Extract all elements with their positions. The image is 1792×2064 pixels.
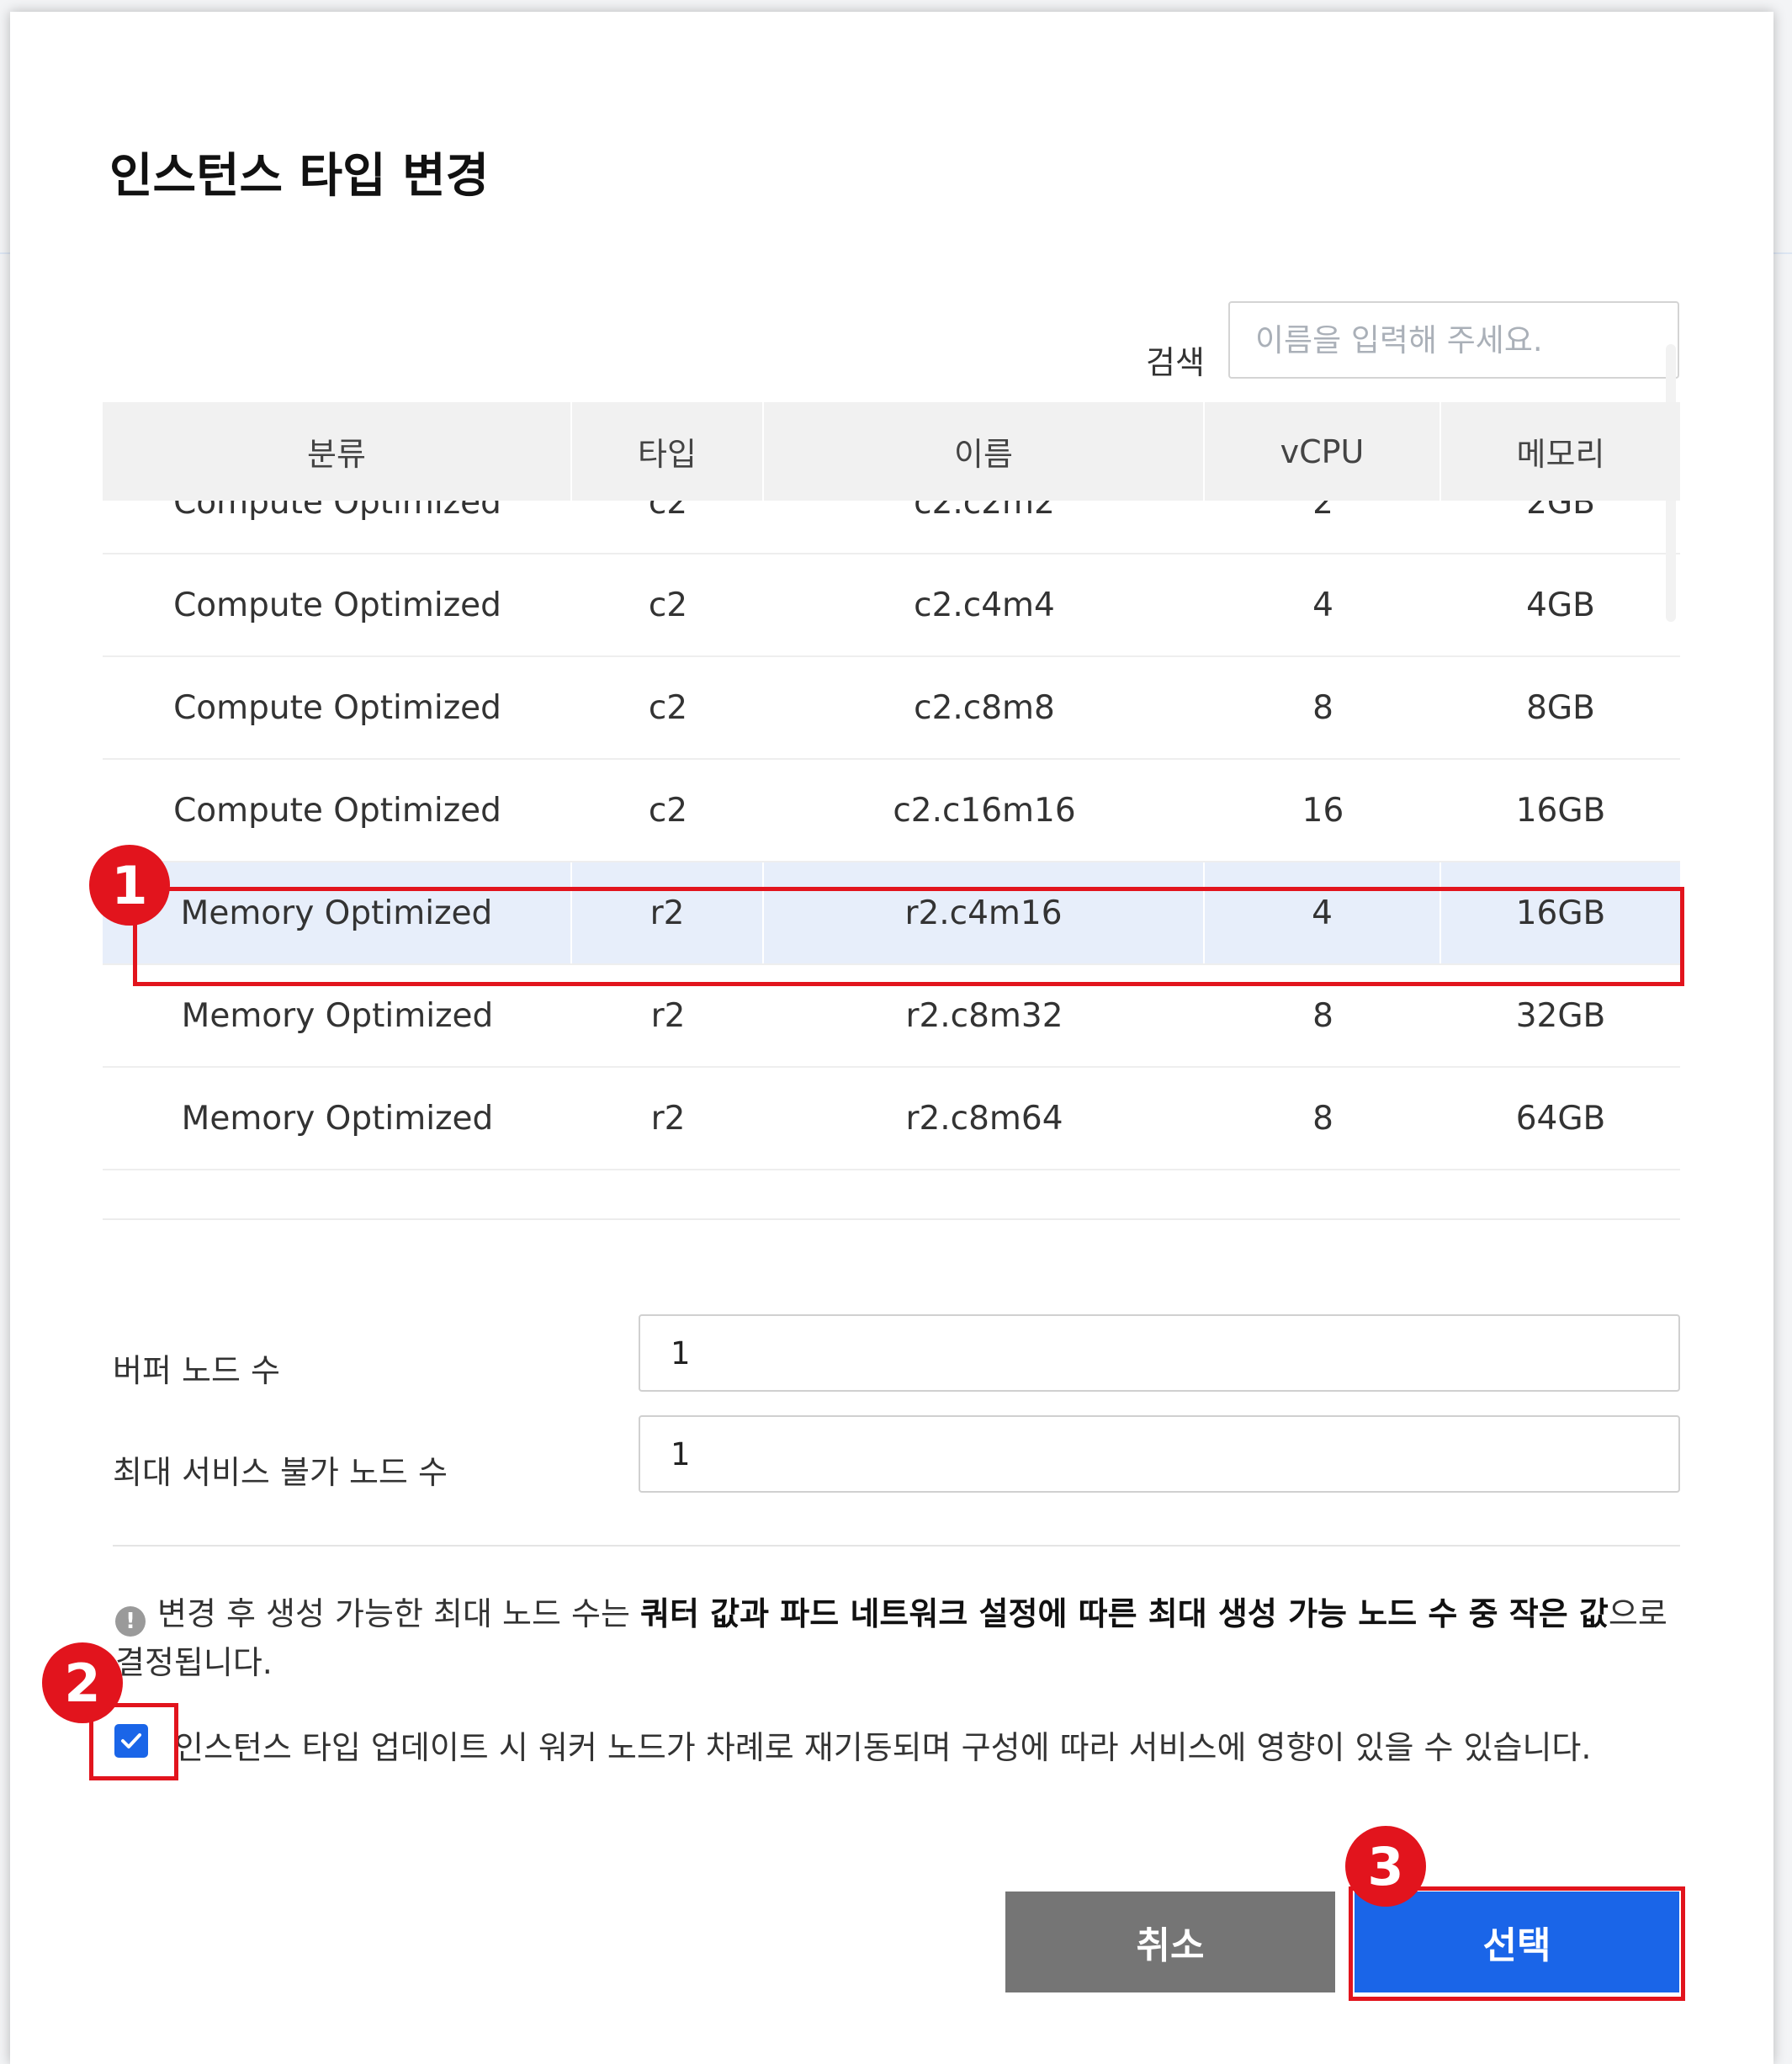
cell-memory: 2GB: [1526, 501, 1595, 522]
cell-category: Memory Optimized: [181, 1099, 494, 1138]
cell-category: Compute Optimized: [173, 501, 501, 522]
cell-vcpu: 2: [1312, 501, 1333, 522]
cell-type: c2: [648, 791, 688, 830]
cell-name: c2.c16m16: [893, 791, 1076, 830]
info-icon: !: [115, 1606, 146, 1637]
highlight-box-selected-row: [133, 887, 1684, 986]
confirm-checkbox-label[interactable]: 인스턴스 타입 업데이트 시 워커 노드가 차례로 재기동되며 구성에 따라 서…: [174, 1722, 1591, 1768]
cell-type: r2: [650, 1099, 686, 1138]
table-bottom-divider: [103, 1218, 1680, 1220]
notice-text-start: 변경 후 생성 가능한 최대 노드 수는: [157, 1595, 640, 1632]
table-body[interactable]: Compute Optimized c2 c2.c2m2 2 2GB Compu…: [103, 501, 1680, 1228]
callout-badge-2: 2: [42, 1642, 123, 1723]
column-header-vcpu[interactable]: vCPU: [1205, 402, 1441, 501]
column-header-name[interactable]: 이름: [764, 402, 1205, 501]
max-unavailable-nodes-label: 최대 서비스 불가 노드 수: [113, 1454, 448, 1491]
column-header-category[interactable]: 분류: [103, 402, 572, 501]
cell-vcpu: 16: [1302, 791, 1344, 830]
cell-name: c2.c8m8: [914, 688, 1055, 727]
buffer-nodes-input[interactable]: [639, 1314, 1680, 1392]
cell-type: c2: [648, 586, 688, 624]
table-header: 분류 타입 이름 vCPU 메모리: [103, 402, 1680, 501]
cell-memory: 64GB: [1515, 1099, 1606, 1138]
cell-type: c2: [648, 501, 688, 522]
cell-name: r2.c8m64: [905, 1099, 1063, 1138]
cell-category: Compute Optimized: [173, 688, 501, 727]
column-header-type[interactable]: 타입: [572, 402, 764, 501]
buffer-nodes-label: 버퍼 노드 수: [113, 1352, 280, 1389]
search-label: 검색: [1146, 344, 1205, 381]
cell-memory: 16GB: [1515, 791, 1606, 830]
table-row[interactable]: Compute Optimized c2 c2.c8m8 8 8GB: [103, 657, 1680, 760]
cell-name: c2.c4m4: [914, 586, 1055, 624]
table-row[interactable]: Compute Optimized c2 c2.c2m2 2 2GB: [103, 501, 1680, 554]
cell-memory: 8GB: [1526, 688, 1595, 727]
cell-vcpu: 8: [1312, 688, 1333, 727]
cell-memory: 4GB: [1526, 586, 1595, 624]
instance-type-dialog: 인스턴스 타입 변경 검색 분류 타입 이름 vCPU 메모리 Compute …: [10, 12, 1773, 2064]
notice-text-bold: 쿼터 값과 파드 네트워크 설정에 따른 최대 생성 가능 노드 수 중 작은 …: [640, 1595, 1609, 1632]
section-divider: [113, 1545, 1680, 1547]
table-row[interactable]: Compute Optimized c2 c2.c4m4 4 4GB: [103, 554, 1680, 657]
max-unavailable-nodes-input[interactable]: [639, 1415, 1680, 1493]
search-input[interactable]: [1228, 301, 1679, 379]
cell-vcpu: 8: [1312, 1099, 1333, 1138]
dialog-title: 인스턴스 타입 변경: [109, 149, 490, 204]
table-row[interactable]: Compute Optimized c2 c2.c16m16 16 16GB: [103, 760, 1680, 862]
cancel-button[interactable]: 취소: [1005, 1892, 1335, 1992]
node-limit-notice: ! 변경 후 생성 가능한 최대 노드 수는 쿼터 값과 파드 네트워크 설정에 …: [115, 1589, 1697, 1687]
callout-badge-3: 3: [1345, 1826, 1426, 1907]
cell-category: Compute Optimized: [173, 586, 501, 624]
cell-type: c2: [648, 688, 688, 727]
table-row[interactable]: Memory Optimized r2 r2.c8m64 8 64GB: [103, 1068, 1680, 1170]
cell-vcpu: 4: [1312, 586, 1333, 624]
column-header-memory[interactable]: 메모리: [1441, 402, 1680, 501]
callout-badge-1: 1: [89, 845, 170, 926]
cell-category: Compute Optimized: [173, 791, 501, 830]
cell-name: c2.c2m2: [914, 501, 1055, 522]
